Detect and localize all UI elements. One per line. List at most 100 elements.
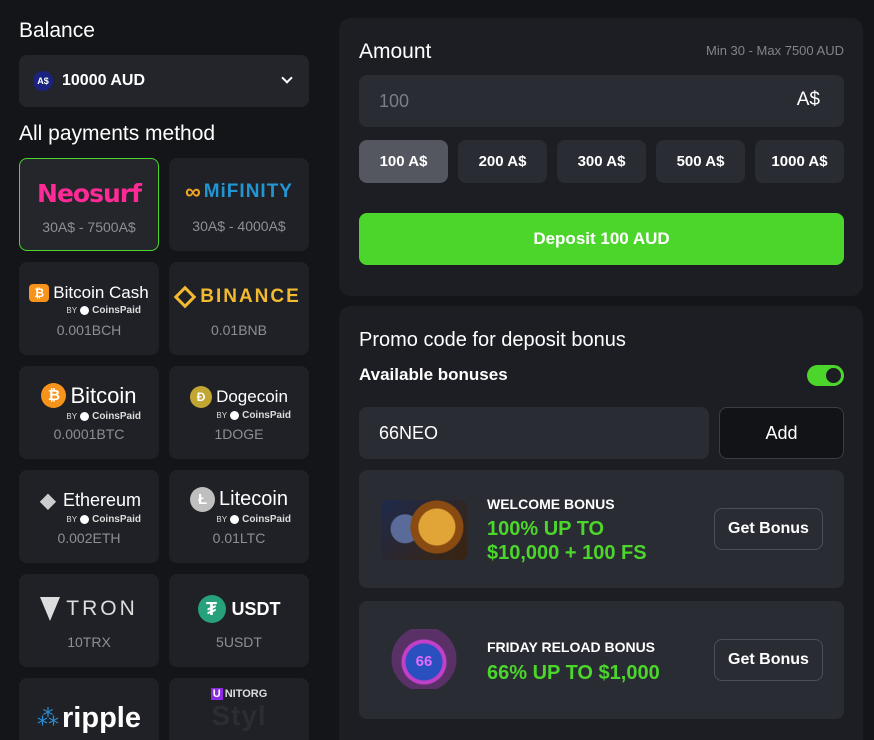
tron-icon xyxy=(40,597,61,621)
unitorg-prefix: U xyxy=(210,688,223,700)
get-bonus-button[interactable]: Get Bonus xyxy=(714,639,823,681)
coinspaid-icon xyxy=(80,514,90,524)
byline-by: BY xyxy=(66,514,78,524)
bonus-card-welcome: WELCOME BONUS 100% UP TO $10,000 + 100 F… xyxy=(359,470,844,588)
payment-method-bitcoin-cash[interactable]: ₿ Bitcoin Cash BY CoinsPaid 0.001BCH xyxy=(19,262,159,355)
byline-provider: CoinsPaid xyxy=(242,514,291,525)
coinspaid-byline: BY CoinsPaid xyxy=(19,411,159,422)
tron-logo: TRON xyxy=(40,597,138,621)
coinspaid-byline: BY CoinsPaid xyxy=(19,514,159,525)
byline-provider: CoinsPaid xyxy=(92,304,141,316)
payment-method-tron[interactable]: TRON 10TRX xyxy=(19,574,159,667)
preset-200[interactable]: 200 A$ xyxy=(458,140,547,183)
binance-logo: BINANCE xyxy=(173,285,301,309)
route-66-badge: 66 xyxy=(415,653,433,670)
payment-limit: 5USDT xyxy=(216,634,262,650)
tron-label: TRON xyxy=(66,597,138,620)
preset-500[interactable]: 500 A$ xyxy=(656,140,745,183)
payment-method-unitorg[interactable]: U NITORG Styl xyxy=(169,678,309,740)
get-bonus-button[interactable]: Get Bonus xyxy=(714,508,823,550)
payment-limit: 30A$ - 4000A$ xyxy=(192,218,286,234)
mifinity-logo: ∞ MiFINITY xyxy=(185,179,293,205)
toggle-knob xyxy=(826,368,841,383)
coinspaid-icon xyxy=(80,411,90,421)
aud-currency-icon: A$ xyxy=(33,71,53,91)
chevron-down-icon xyxy=(281,72,293,84)
preset-300[interactable]: 300 A$ xyxy=(557,140,646,183)
payment-limit: 0.01LTC xyxy=(212,530,266,546)
payment-method-usdt[interactable]: ₮ USDT 5USDT xyxy=(169,574,309,667)
ripple-icon: ⁂ xyxy=(37,705,60,730)
promo-code-field xyxy=(359,407,709,459)
byline-by: BY xyxy=(66,305,78,315)
coinspaid-icon xyxy=(230,515,240,524)
coin-name: Bitcoin xyxy=(70,382,137,408)
bitcoin-icon: ₿ xyxy=(41,383,67,408)
byline-by: BY xyxy=(216,515,228,524)
ripple-logo: ⁂ ripple xyxy=(37,702,141,735)
payment-limit: 0.0001BTC xyxy=(53,426,125,442)
promo-panel: Promo code for deposit bonus Available b… xyxy=(339,306,863,740)
bonus-line-1: 66% UP TO $1,000 xyxy=(487,662,660,684)
bonus-title: FRIDAY RELOAD BONUS xyxy=(487,639,656,655)
byline-by: BY xyxy=(66,411,78,421)
coinspaid-byline: BY CoinsPaid xyxy=(169,514,309,525)
coinspaid-byline: BY CoinsPaid xyxy=(19,305,159,316)
coin-name: Ethereum xyxy=(62,490,142,510)
balance-currency-select[interactable]: A$ 10000 AUD xyxy=(19,55,309,107)
payment-method-binance[interactable]: BINANCE 0.01BNB xyxy=(169,262,309,355)
neosurf-logo: Neosurf xyxy=(37,178,142,208)
payment-method-dogecoin[interactable]: Ð Dogecoin BY CoinsPaid 1DOGE xyxy=(169,366,309,459)
bitcoin-cash-icon: ₿ xyxy=(29,283,50,302)
welcome-bonus-image xyxy=(381,500,467,560)
unitorg-logo: U NITORG Styl xyxy=(210,688,268,732)
byline-by: BY xyxy=(216,410,228,420)
coin-name: Bitcoin Cash xyxy=(53,282,149,302)
litecoin-icon: Ł xyxy=(190,487,216,512)
payment-method-neosurf[interactable]: Neosurf 30A$ - 7500A$ xyxy=(19,158,159,251)
amount-input[interactable] xyxy=(359,75,739,127)
promo-heading: Promo code for deposit bonus xyxy=(359,329,626,351)
usdt-logo: ₮ USDT xyxy=(197,595,281,623)
payment-limit: 0.002ETH xyxy=(57,530,121,546)
payment-limit: 10TRX xyxy=(67,634,111,650)
unitorg-label: U NITORG xyxy=(210,688,268,700)
preset-1000[interactable]: 1000 A$ xyxy=(755,140,844,183)
amount-heading: Amount xyxy=(359,40,432,63)
payment-method-litecoin[interactable]: Ł Litecoin BY CoinsPaid 0.01LTC xyxy=(169,470,309,563)
ethereum-icon: ◆ xyxy=(40,490,56,512)
usdt-label: USDT xyxy=(231,598,281,619)
byline-provider: CoinsPaid xyxy=(92,513,141,525)
payment-method-ripple[interactable]: ⁂ ripple xyxy=(19,678,159,740)
preset-100[interactable]: 100 A$ xyxy=(359,140,448,183)
byline-provider: CoinsPaid xyxy=(242,409,291,421)
balance-value: 10000 AUD xyxy=(62,72,146,89)
infinity-icon: ∞ xyxy=(185,179,201,204)
payment-method-bitcoin[interactable]: ₿ Bitcoin BY CoinsPaid 0.0001BTC xyxy=(19,366,159,459)
ripple-label: ripple xyxy=(62,701,141,734)
tether-icon: ₮ xyxy=(197,595,226,623)
promo-code-input[interactable] xyxy=(359,407,709,459)
payment-method-ethereum[interactable]: ◆ Ethereum BY CoinsPaid 0.002ETH xyxy=(19,470,159,563)
deposit-button[interactable]: Deposit 100 AUD xyxy=(359,213,844,265)
payment-limit: 30A$ - 7500A$ xyxy=(42,219,136,235)
binance-icon xyxy=(173,285,197,309)
mifinity-label: MiFINITY xyxy=(203,181,293,202)
payment-limit: 1DOGE xyxy=(214,426,264,442)
bonus-line-2: $10,000 + 100 FS xyxy=(487,542,647,564)
amount-limits: Min 30 - Max 7500 AUD xyxy=(705,43,844,58)
add-promo-button[interactable]: Add xyxy=(719,407,844,459)
available-bonuses-label: Available bonuses xyxy=(359,365,508,384)
coinspaid-icon xyxy=(230,410,240,420)
bonuses-toggle[interactable] xyxy=(807,365,844,386)
dogecoin-icon: Ð xyxy=(190,385,213,408)
unitorg-rest: NITORG xyxy=(224,688,268,700)
bonus-title: WELCOME BONUS xyxy=(487,496,615,512)
coinspaid-byline: BY CoinsPaid xyxy=(169,410,309,421)
payments-heading: All payments method xyxy=(19,122,216,145)
bonus-line-1: 100% UP TO xyxy=(487,518,605,540)
coin-name: Dogecoin xyxy=(216,386,288,406)
byline-provider: CoinsPaid xyxy=(92,410,141,422)
bonus-card-friday-reload: 66 FRIDAY RELOAD BONUS 66% UP TO $1,000 … xyxy=(359,601,844,719)
payment-method-mifinity[interactable]: ∞ MiFINITY 30A$ - 4000A$ xyxy=(169,158,309,251)
